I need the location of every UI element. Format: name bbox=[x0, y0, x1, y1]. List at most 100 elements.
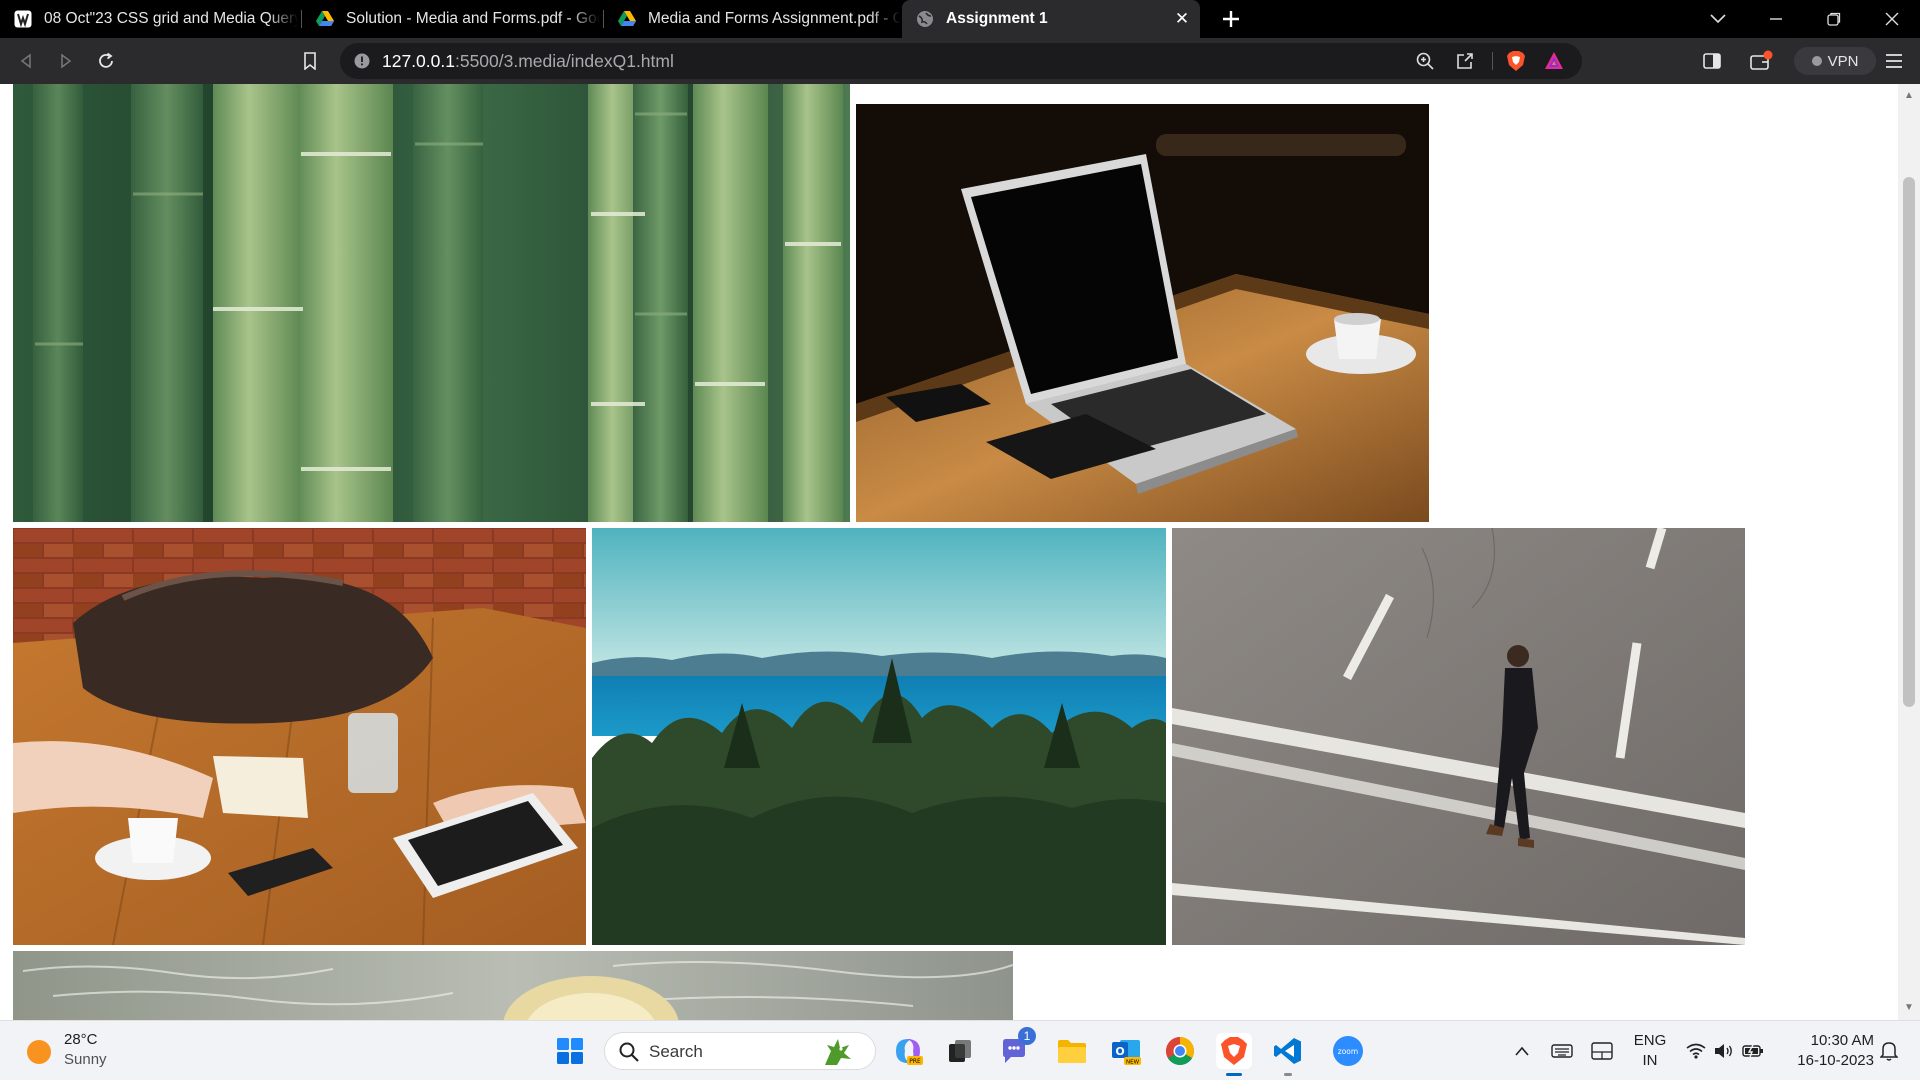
close-icon bbox=[1885, 12, 1899, 26]
new-tab-button[interactable] bbox=[1216, 4, 1246, 34]
tab-title: 08 Oct"23 CSS grid and Media Query bbox=[44, 10, 298, 27]
website-icon bbox=[14, 10, 32, 28]
start-button[interactable] bbox=[552, 1033, 588, 1069]
page-viewport bbox=[0, 84, 1898, 1020]
search-highlight-dragon-icon bbox=[825, 1039, 851, 1065]
chrome-icon bbox=[1166, 1037, 1194, 1065]
teams-chat-app[interactable]: 1 bbox=[996, 1027, 1036, 1069]
globe-icon bbox=[917, 11, 933, 27]
clock[interactable]: 10:30 AM 16-10-2023 bbox=[1778, 1031, 1874, 1071]
quick-settings-button[interactable] bbox=[1684, 1021, 1766, 1081]
restore-icon bbox=[1827, 12, 1841, 26]
vpn-button[interactable]: VPN bbox=[1794, 47, 1876, 75]
bookmark-icon bbox=[304, 52, 316, 70]
url-text[interactable]: 127.0.0.1:5500/3.media/indexQ1.html bbox=[382, 43, 674, 79]
chrome-app[interactable] bbox=[1162, 1033, 1198, 1069]
photo-meeting-at-table bbox=[13, 528, 586, 945]
restore-button[interactable] bbox=[1806, 0, 1862, 38]
tab-search-button[interactable] bbox=[1690, 0, 1746, 38]
wallet-button[interactable] bbox=[1748, 47, 1776, 75]
back-button[interactable] bbox=[12, 47, 40, 75]
brave-rewards-icon[interactable] bbox=[1544, 51, 1564, 71]
brave-active-indicator bbox=[1226, 1073, 1242, 1076]
reload-button[interactable] bbox=[92, 47, 120, 75]
vscode-app[interactable] bbox=[1270, 1033, 1306, 1069]
language-indicator[interactable]: ENG IN bbox=[1630, 1031, 1670, 1071]
taskbar-search[interactable]: Search bbox=[604, 1032, 876, 1070]
page-scrollbar[interactable]: ▲ ▼ bbox=[1898, 84, 1920, 1020]
region-code: IN bbox=[1642, 1052, 1658, 1069]
tab-css-grid[interactable]: 08 Oct"23 CSS grid and Media Query bbox=[0, 0, 298, 38]
notification-badge: 1 bbox=[1018, 1027, 1036, 1045]
keyboard-icon bbox=[1551, 1044, 1573, 1058]
chevron-up-icon bbox=[1515, 1046, 1529, 1056]
weather-description: Sunny bbox=[64, 1051, 107, 1068]
site-info-icon[interactable] bbox=[354, 53, 370, 69]
tab-title: Media and Forms Assignment.pdf - Go bbox=[648, 10, 900, 27]
plus-icon bbox=[1223, 11, 1239, 27]
address-bar[interactable]: 127.0.0.1:5500/3.media/indexQ1.html bbox=[340, 43, 1582, 79]
search-placeholder: Search bbox=[649, 1042, 703, 1061]
sun-icon bbox=[27, 1040, 51, 1064]
vpn-status-dot bbox=[1811, 56, 1822, 66]
brave-shields-icon[interactable] bbox=[1506, 50, 1526, 72]
forward-button[interactable] bbox=[52, 47, 80, 75]
show-hidden-icons[interactable] bbox=[1508, 1021, 1536, 1081]
share-icon[interactable] bbox=[1456, 52, 1474, 70]
tab-title: Assignment 1 bbox=[946, 10, 1048, 27]
zoom-icon[interactable] bbox=[1416, 52, 1434, 70]
svg-text:O: O bbox=[1115, 1045, 1124, 1058]
hamburger-menu-icon bbox=[1886, 54, 1902, 68]
task-view-icon bbox=[949, 1040, 971, 1062]
main-menu-button[interactable] bbox=[1880, 47, 1908, 75]
wallet-icon bbox=[1750, 50, 1773, 70]
display-icon bbox=[1591, 1042, 1613, 1060]
clock-date: 16-10-2023 bbox=[1797, 1052, 1874, 1069]
tab-solution-pdf[interactable]: Solution - Media and Forms.pdf - Goo bbox=[302, 0, 600, 38]
scroll-down-arrow[interactable]: ▼ bbox=[1904, 1002, 1914, 1013]
close-window-button[interactable] bbox=[1864, 0, 1920, 38]
bookmark-button[interactable] bbox=[296, 47, 324, 75]
touch-keyboard-button[interactable] bbox=[1548, 1021, 1576, 1081]
zoom-app[interactable]: zoom bbox=[1330, 1033, 1366, 1069]
tab-assignment-1[interactable]: Assignment 1 ✕ bbox=[902, 0, 1200, 38]
brave-lion-icon bbox=[1221, 1037, 1247, 1065]
file-explorer-app[interactable] bbox=[1054, 1033, 1090, 1069]
display-button[interactable] bbox=[1588, 1021, 1616, 1081]
copilot-app[interactable]: PRE bbox=[890, 1033, 926, 1069]
tab-assignment-pdf[interactable]: Media and Forms Assignment.pdf - Go bbox=[604, 0, 900, 38]
battery-charging-icon bbox=[1742, 1044, 1763, 1058]
notifications-button[interactable] bbox=[1874, 1021, 1904, 1081]
search-icon bbox=[619, 1042, 639, 1062]
sidebar-icon bbox=[1703, 53, 1721, 69]
svg-text:NEW: NEW bbox=[1126, 1060, 1140, 1066]
brave-app[interactable] bbox=[1216, 1033, 1252, 1069]
google-drive-icon bbox=[316, 11, 334, 26]
clock-time: 10:30 AM bbox=[1810, 1032, 1874, 1049]
volume-icon bbox=[1715, 1044, 1732, 1058]
windows-taskbar: 28°C Sunny Search PRE 1 O NEW zoom ENG I… bbox=[0, 1020, 1920, 1080]
vpn-label: VPN bbox=[1827, 52, 1859, 70]
vscode-icon bbox=[1274, 1038, 1301, 1064]
sidebar-button[interactable] bbox=[1698, 47, 1726, 75]
minimize-icon bbox=[1770, 18, 1782, 20]
copilot-pre-icon: PRE bbox=[896, 1039, 923, 1065]
task-view-button[interactable] bbox=[942, 1033, 978, 1069]
back-arrow-icon bbox=[20, 53, 31, 69]
photo-man-crossing-road bbox=[1172, 528, 1745, 945]
windows-logo-icon bbox=[557, 1038, 583, 1064]
minimize-button[interactable] bbox=[1748, 0, 1804, 38]
zoom-icon: zoom bbox=[1333, 1036, 1363, 1066]
forward-arrow-icon bbox=[61, 53, 72, 69]
scroll-up-arrow[interactable]: ▲ bbox=[1904, 90, 1914, 101]
weather-temperature: 28°C bbox=[64, 1031, 98, 1048]
photo-bird-over-water bbox=[13, 951, 1013, 1020]
language-code: ENG bbox=[1633, 1032, 1667, 1049]
google-drive-icon bbox=[618, 11, 636, 26]
chevron-down-icon bbox=[1710, 14, 1726, 24]
close-tab-icon[interactable]: ✕ bbox=[1172, 9, 1192, 29]
outlook-new-app[interactable]: O NEW bbox=[1108, 1033, 1144, 1069]
photo-forest-and-lake bbox=[592, 528, 1166, 945]
scrollbar-thumb[interactable] bbox=[1903, 177, 1915, 707]
folder-icon bbox=[1058, 1040, 1086, 1063]
